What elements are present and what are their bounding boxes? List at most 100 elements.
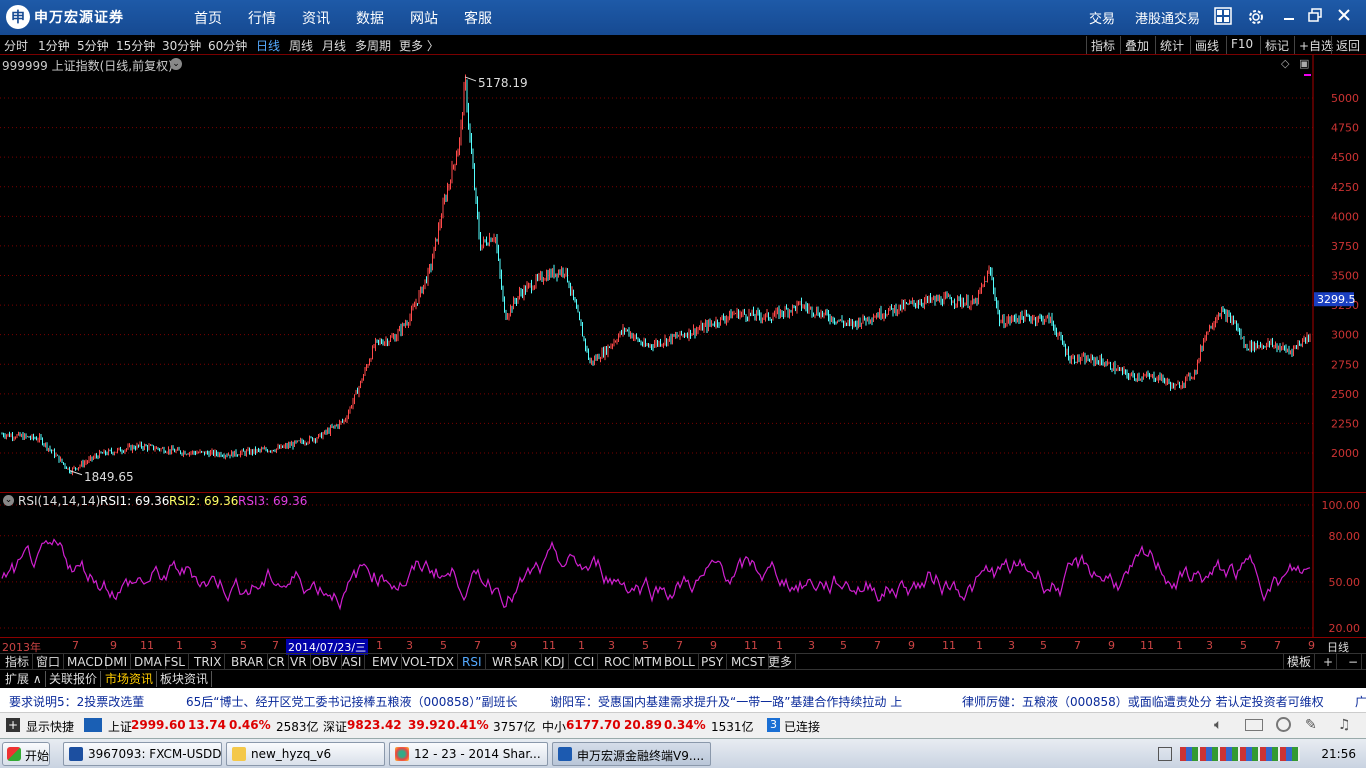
system-tray-icons[interactable]	[1180, 747, 1300, 761]
indicator-tab-cci[interactable]: CCI	[571, 654, 599, 670]
remove-panel-icon[interactable]: −	[1345, 654, 1363, 670]
indicator-tab-指标[interactable]: 指标	[2, 654, 34, 670]
time-tick-label: 1	[1176, 639, 1183, 652]
start-button[interactable]: 开始	[2, 742, 50, 766]
news-item[interactable]: 要求说明5：2投票改选董	[9, 693, 144, 710]
low-marker-line	[69, 470, 83, 476]
time-tick-label: 9	[1108, 639, 1115, 652]
add-panel-icon[interactable]: +	[1320, 654, 1338, 670]
nav-news[interactable]: 资讯	[302, 8, 330, 28]
tools-icon[interactable]: ✎	[1305, 717, 1317, 733]
tab-sector-news[interactable]: 板块资讯	[157, 671, 213, 687]
time-tick-label: 5	[1040, 639, 1047, 652]
indicator-tab-psy[interactable]: PSY	[698, 654, 728, 670]
hk-connect-trade-link[interactable]: 港股通交易	[1135, 8, 1200, 27]
period-5min[interactable]: 5分钟	[77, 37, 109, 54]
time-tick-label: 9	[110, 639, 117, 652]
news-item[interactable]: 谢阳军：受惠国内基建需求提升及“一带一路”基建合作持续拉动 上	[550, 693, 902, 710]
tool-f10[interactable]: F10	[1226, 36, 1257, 54]
tool-overlay[interactable]: 叠加	[1120, 36, 1153, 54]
indicator-tab-boll[interactable]: BOLL	[661, 654, 699, 670]
taskbar-folder[interactable]: new_hyzq_v6	[226, 742, 385, 766]
chart-menu-chevron-icon[interactable]: ⌄	[170, 58, 182, 70]
indicator-tab-obv[interactable]: OBV	[309, 654, 342, 670]
back-button[interactable]: 返回	[1331, 36, 1364, 54]
shortcut-toggle[interactable]: 显示快捷	[26, 718, 74, 735]
period-1min[interactable]: 1分钟	[38, 37, 70, 54]
indicator-tab-sar[interactable]: SAR	[511, 654, 543, 670]
expand-plus-icon[interactable]: +	[6, 718, 20, 732]
brand-name: 申万宏源证券	[34, 10, 124, 26]
tool-statistics[interactable]: 统计	[1155, 36, 1188, 54]
time-tick-label: 3	[1008, 639, 1015, 652]
news-item[interactable]: 65后“博士、经开区党工委书记接棒五粮液（000858）”副班长	[186, 693, 518, 710]
indicator-tab-asi[interactable]: ASI	[339, 654, 366, 670]
sz-label: 深证	[323, 720, 348, 734]
period-multi[interactable]: 多周期	[355, 37, 391, 54]
nav-service[interactable]: 客服	[464, 8, 492, 28]
indicator-tab-vol-tdx[interactable]: VOL-TDX	[399, 654, 458, 670]
indicator-tab-fsl[interactable]: FSL	[161, 654, 189, 670]
news-item[interactable]: 广	[1355, 693, 1366, 710]
rsi-menu-chevron-icon[interactable]: ⌄	[3, 495, 14, 506]
rsi-chart-svg[interactable]: 100.00 80.00 50.00 20.00	[0, 493, 1366, 638]
restore-icon[interactable]	[1305, 7, 1325, 27]
indicator-tab-窗口[interactable]: 窗口	[33, 654, 65, 670]
nav-quotes[interactable]: 行情	[248, 8, 276, 28]
speaker-icon[interactable]: 🔈︎	[1214, 717, 1222, 733]
indicator-tab-vr[interactable]: VR	[287, 654, 311, 670]
nav-website[interactable]: 网站	[410, 8, 438, 28]
minimize-icon[interactable]	[1279, 7, 1299, 27]
keyboard-icon[interactable]	[1245, 719, 1263, 731]
headset-icon[interactable]	[1276, 717, 1291, 732]
tool-mark[interactable]: 标记	[1260, 36, 1293, 54]
period-daily[interactable]: 日线	[256, 37, 280, 54]
sz-volume: 3757亿	[493, 720, 536, 734]
folder-icon	[232, 747, 246, 761]
indicator-tab-dmi[interactable]: DMI	[101, 654, 132, 670]
taskbar-fxcm[interactable]: 3967093: FXCM-USDDe...	[63, 742, 222, 766]
period-15min[interactable]: 15分钟	[116, 37, 155, 54]
time-tick-label: 1	[376, 639, 383, 652]
indicator-tab-更多[interactable]: 更多	[765, 654, 797, 670]
tab-expand[interactable]: 扩展 ∧	[2, 671, 46, 687]
indicator-tab-roc[interactable]: ROC	[601, 654, 635, 670]
indicator-tab-trix[interactable]: TRIX	[191, 654, 226, 670]
period-weekly[interactable]: 周线	[289, 37, 313, 54]
period-monthly[interactable]: 月线	[322, 37, 346, 54]
settings-gear-icon[interactable]	[1246, 7, 1266, 27]
candlestick-chart-svg[interactable]: 5000475045004250400037503500325030002750…	[0, 55, 1366, 492]
bell-icon[interactable]: ♫	[1338, 717, 1351, 733]
clock[interactable]: 21:56	[1321, 747, 1356, 761]
trade-link[interactable]: 交易	[1089, 8, 1115, 27]
tool-indicator[interactable]: 指标	[1086, 36, 1119, 54]
template-button[interactable]: 模板	[1283, 654, 1316, 670]
sh-change: 13.74	[188, 718, 226, 732]
nav-data[interactable]: 数据	[356, 8, 384, 28]
diamond-icon[interactable]: ◇	[1281, 57, 1289, 70]
news-item[interactable]: 律师厉健：五粮液（000858）或面临遭责处分 若认定投资者可维权	[962, 693, 1324, 710]
grid-layout-icon[interactable]	[1213, 7, 1233, 27]
taskbar-terminal[interactable]: 申万宏源金融终端V9....	[552, 742, 711, 766]
indicator-tab-mcst[interactable]: MCST	[728, 654, 769, 670]
indicator-tab-cr[interactable]: CR	[265, 654, 289, 670]
taskbar-browser[interactable]: 12 - 23 - 2014 Shar...	[389, 742, 548, 766]
panel-toggle-icon[interactable]: ▣	[1299, 57, 1309, 70]
candlestick-chart[interactable]: 5000475045004250400037503500325030002750…	[0, 55, 1366, 492]
indicator-tab-emv[interactable]: EMV	[369, 654, 403, 670]
period-intraday[interactable]: 分时	[4, 37, 28, 54]
period-more[interactable]: 更多 〉	[399, 37, 439, 54]
rsi-chart[interactable]: 100.00 80.00 50.00 20.00 ⌄ RSI(14,14,14) RS…	[0, 492, 1366, 638]
indicator-tab-brar[interactable]: BRAR	[228, 654, 268, 670]
indicator-tab-kdj[interactable]: KDJ	[541, 654, 569, 670]
nav-home[interactable]: 首页	[194, 8, 222, 28]
brand-logo[interactable]: 申 申万宏源证券	[6, 4, 128, 30]
close-icon[interactable]	[1334, 7, 1354, 27]
period-60min[interactable]: 60分钟	[208, 37, 247, 54]
period-30min[interactable]: 30分钟	[162, 37, 201, 54]
keyboard-tray-icon[interactable]	[1158, 747, 1172, 761]
tab-related-quotes[interactable]: 关联报价	[46, 671, 102, 687]
indicator-tab-rsi[interactable]: RSI	[459, 654, 486, 670]
tool-draw[interactable]: 画线	[1190, 36, 1223, 54]
tab-market-news[interactable]: 市场资讯	[102, 671, 158, 687]
